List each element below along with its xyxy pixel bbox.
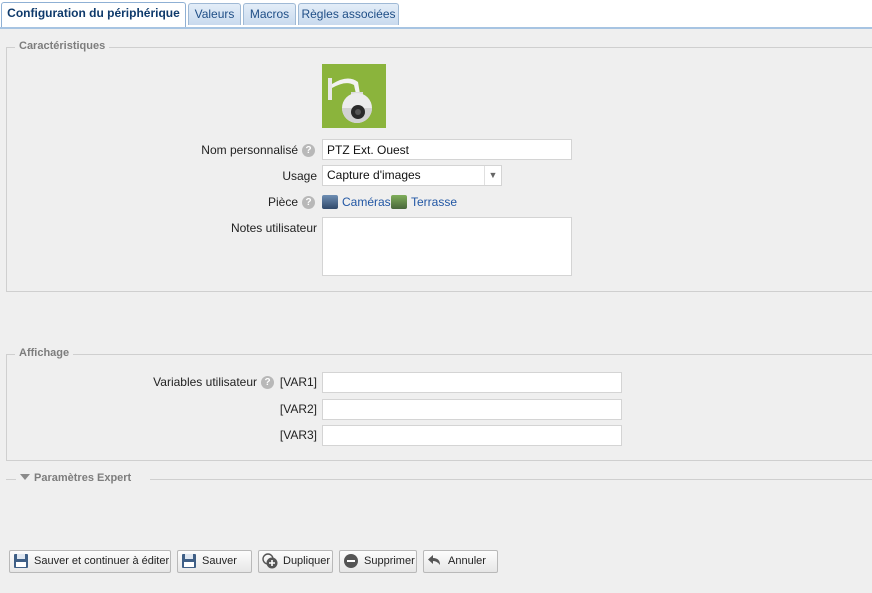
duplicate-plus-icon	[262, 553, 278, 569]
minus-circle-icon	[344, 554, 358, 568]
name-input[interactable]	[322, 139, 572, 160]
expert-divider-left	[6, 479, 16, 480]
expert-label: Paramètres Expert	[34, 472, 132, 484]
save-continue-label: Sauver et continuer à éditer	[34, 555, 170, 567]
display-legend: Affichage	[15, 347, 74, 359]
chevron-down-icon[interactable]: ▼	[484, 166, 501, 185]
delete-button[interactable]: Supprimer	[339, 550, 417, 573]
undo-arrow-icon	[428, 555, 440, 565]
characteristics-legend: Caractéristiques	[15, 40, 110, 52]
cameras-room-icon	[322, 195, 338, 209]
name-help-icon[interactable]: ?	[302, 144, 315, 157]
cancel-label: Annuler	[448, 555, 486, 567]
var1-label: [VAR1]	[279, 375, 317, 389]
variables-help-icon[interactable]: ?	[261, 376, 274, 389]
tab-bar: Configuration du périphérique Valeurs Ma…	[0, 0, 872, 29]
name-label: Nom personnalisé	[201, 143, 298, 157]
tab-values[interactable]: Valeurs	[188, 3, 241, 25]
delete-label: Supprimer	[364, 555, 415, 567]
var3-input[interactable]	[322, 425, 622, 446]
save-label: Sauver	[202, 555, 237, 567]
save-continue-button[interactable]: Sauver et continuer à éditer	[9, 550, 171, 573]
terrace-room-icon	[391, 195, 407, 209]
expert-divider	[150, 479, 872, 480]
save-button[interactable]: Sauver	[177, 550, 252, 573]
var3-label: [VAR3]	[279, 428, 317, 442]
usage-label: Usage	[282, 169, 317, 183]
tab-associated-rules[interactable]: Règles associées	[298, 3, 399, 25]
tab-macros[interactable]: Macros	[243, 3, 296, 25]
tab-device-configuration[interactable]: Configuration du périphérique	[1, 2, 186, 27]
duplicate-label: Dupliquer	[283, 555, 331, 567]
notes-label: Notes utilisateur	[230, 221, 317, 235]
var2-label: [VAR2]	[279, 402, 317, 416]
duplicate-button[interactable]: Dupliquer	[258, 550, 333, 573]
notes-textarea[interactable]	[322, 217, 572, 276]
ptz-camera-icon	[322, 64, 386, 128]
floppy-disk-icon	[14, 554, 28, 568]
triangle-down-icon	[20, 474, 30, 480]
user-variables-label: Variables utilisateur	[153, 375, 257, 389]
device-image	[322, 64, 386, 128]
cancel-button[interactable]: Annuler	[423, 550, 498, 573]
usage-selected-value: Capture d'images	[327, 168, 421, 182]
var2-input[interactable]	[322, 399, 622, 420]
var1-input[interactable]	[322, 372, 622, 393]
usage-select[interactable]: Capture d'images ▼	[322, 165, 502, 186]
room-link-cameras[interactable]: Caméras	[342, 195, 391, 209]
floppy-disk-icon	[182, 554, 196, 568]
room-link-terrace[interactable]: Terrasse	[411, 195, 457, 209]
expert-toggle[interactable]: Paramètres Expert	[20, 472, 131, 484]
room-help-icon[interactable]: ?	[302, 196, 315, 209]
room-label: Pièce	[267, 195, 298, 209]
